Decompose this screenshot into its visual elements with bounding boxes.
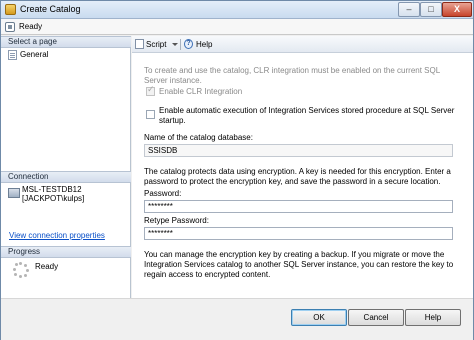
connection-user: [JACKPOT\kulps] xyxy=(22,194,85,203)
script-dropdown-arrow-icon[interactable] xyxy=(172,43,178,46)
page-icon xyxy=(8,50,17,60)
retype-password-field[interactable]: ******** xyxy=(144,227,453,240)
catalog-name-label: Name of the catalog database: xyxy=(144,133,253,142)
page-item-general[interactable]: General xyxy=(8,49,118,61)
progress-status: Ready xyxy=(35,262,59,271)
clr-note: To create and use the catalog, CLR integ… xyxy=(144,66,440,85)
page-item-label: General xyxy=(20,50,49,59)
script-button[interactable]: Script xyxy=(146,39,166,50)
toolbar: Script ? Help xyxy=(132,36,473,53)
cancel-button[interactable]: Cancel xyxy=(348,309,404,326)
password-label: Password: xyxy=(144,189,182,198)
help-button[interactable]: Help xyxy=(405,309,461,326)
main-pane: Script ? Help To create and use the cata… xyxy=(132,36,473,298)
help-icon[interactable]: ? xyxy=(184,39,193,49)
window-title: Create Catalog xyxy=(20,4,81,14)
close-button[interactable]: X xyxy=(442,2,472,17)
status-text: Ready xyxy=(19,22,43,31)
retype-password-label: Retype Password: xyxy=(144,216,209,225)
connection-info: MSL-TESTDB12 [JACKPOT\kulps] xyxy=(22,185,84,203)
enable-clr-label: Enable CLR Integration xyxy=(159,87,243,96)
toolbar-separator xyxy=(180,39,181,50)
toolbar-help-button[interactable]: Help xyxy=(196,39,212,50)
ok-button[interactable]: OK xyxy=(291,309,347,326)
maximize-button[interactable]: □ xyxy=(420,2,442,17)
backup-note: You can manage the encryption key by cre… xyxy=(144,250,454,279)
server-connection-icon xyxy=(8,186,20,198)
connection-server: MSL-TESTDB12 xyxy=(22,185,82,194)
encryption-note: The catalog protects data using encrypti… xyxy=(144,167,451,186)
ready-status-icon xyxy=(5,22,15,32)
close-icon: X xyxy=(453,4,460,14)
catalog-app-icon xyxy=(5,4,16,15)
enable-clr-checkbox[interactable] xyxy=(146,85,155,96)
progress-spinner-icon xyxy=(13,262,29,278)
view-connection-properties-link[interactable]: View connection properties xyxy=(9,231,105,240)
select-page-header: Select a page xyxy=(1,36,131,48)
create-catalog-dialog: Create Catalog – □ X Ready Select a page… xyxy=(0,0,474,340)
minimize-button[interactable]: – xyxy=(398,2,420,17)
progress-header: Progress xyxy=(1,246,131,258)
auto-exec-label: Enable automatic execution of Integratio… xyxy=(159,106,455,125)
connection-header: Connection xyxy=(1,171,131,183)
catalog-name-field[interactable]: SSISDB xyxy=(144,144,453,157)
title-bar[interactable]: Create Catalog – □ X xyxy=(1,1,473,19)
password-field[interactable]: ******** xyxy=(144,200,453,213)
auto-exec-checkbox[interactable] xyxy=(146,110,155,119)
script-icon[interactable] xyxy=(135,39,144,49)
left-pane: Select a page General Connection MSL-TES… xyxy=(1,36,131,298)
status-bar: Ready xyxy=(1,19,473,35)
